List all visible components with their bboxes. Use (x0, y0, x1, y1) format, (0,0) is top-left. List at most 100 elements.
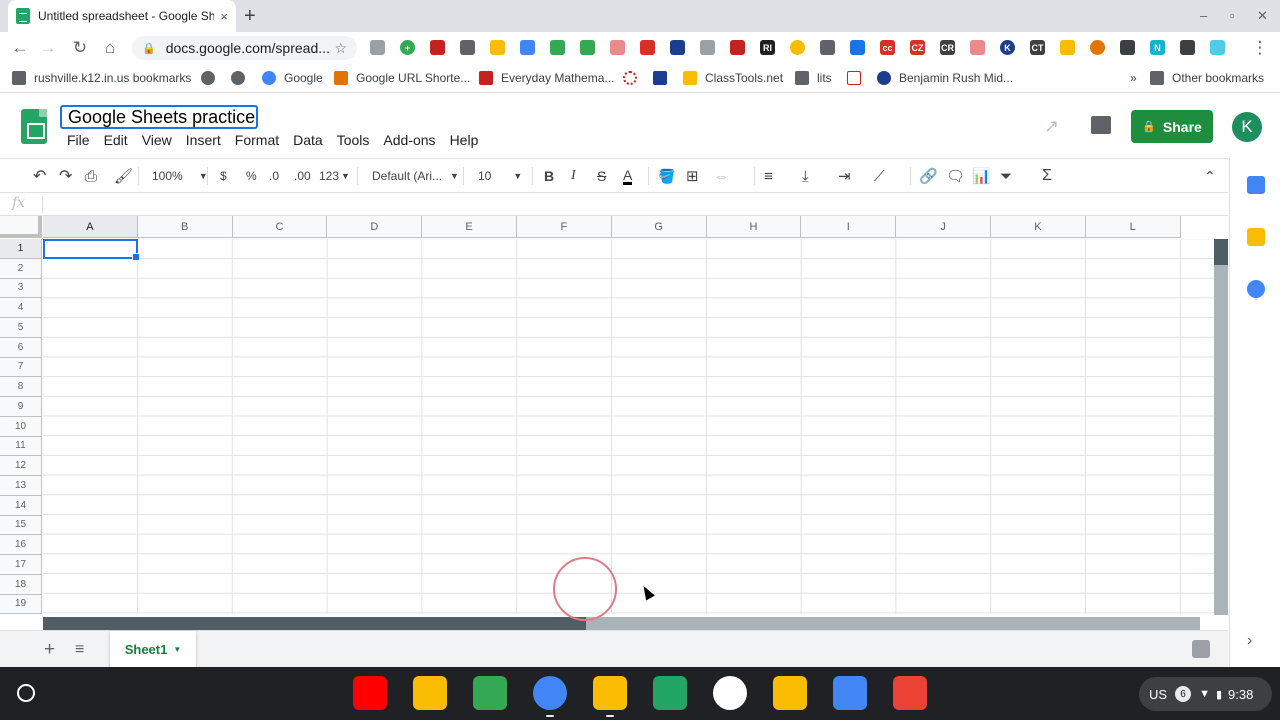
text-color-button[interactable]: A (623, 167, 633, 185)
row-header-8[interactable]: 8 (0, 377, 42, 397)
text-rotation-icon[interactable]: ⟋ (874, 167, 885, 185)
extension-icon[interactable]: + (400, 40, 415, 55)
row-header-15[interactable]: 15 (0, 515, 42, 536)
column-header-l[interactable]: L (1085, 216, 1181, 238)
row-header-17[interactable]: 17 (0, 555, 42, 575)
bookmark-item[interactable]: ClassTools.net (683, 71, 783, 85)
collapse-toolbar-icon[interactable]: ⌃ (1204, 167, 1216, 185)
row-header-7[interactable]: 7 (0, 357, 42, 378)
row-header-5[interactable]: 5 (0, 318, 42, 338)
classroom-app-icon[interactable] (473, 676, 507, 710)
column-header-b[interactable]: B (137, 216, 233, 238)
extension-icon[interactable] (1060, 40, 1075, 55)
minimize-icon[interactable]: – (1200, 8, 1207, 23)
cells-area[interactable] (43, 239, 1214, 614)
horizontal-scrollbar[interactable] (43, 617, 1200, 630)
bookmark-item[interactable]: Google (262, 71, 323, 85)
avatar[interactable]: K (1232, 112, 1262, 142)
extension-icon[interactable] (820, 40, 835, 55)
column-header-i[interactable]: I (801, 216, 897, 238)
bookmark-item[interactable]: Google URL Shorte... (334, 71, 470, 85)
insert-comment-icon[interactable]: 🗨 (946, 167, 965, 185)
play-store-app-icon[interactable] (713, 676, 747, 710)
row-header-6[interactable]: 6 (0, 337, 42, 358)
menu-data[interactable]: Data (286, 132, 330, 152)
browser-tab[interactable]: Untitled spreadsheet - Google Sh × (8, 0, 236, 32)
back-icon[interactable]: ← (10, 38, 30, 58)
extension-icon[interactable]: CZ (910, 40, 925, 55)
extension-icon[interactable] (370, 40, 385, 55)
extension-icon[interactable] (580, 40, 595, 55)
extension-icon[interactable]: N (1150, 40, 1165, 55)
extension-icon[interactable] (610, 40, 625, 55)
menu-view[interactable]: View (135, 132, 179, 152)
slides-app-icon[interactable] (413, 676, 447, 710)
extension-icon[interactable] (850, 40, 865, 55)
bookmark-item[interactable]: Everyday Mathema... (479, 71, 614, 85)
row-header-13[interactable]: 13 (0, 476, 42, 496)
insert-chart-icon[interactable]: 📊 (972, 167, 991, 185)
text-wrapping-icon[interactable]: ⇥ (838, 167, 851, 185)
menu-addons[interactable]: Add-ons (376, 132, 442, 152)
bookmark-item[interactable] (231, 71, 253, 85)
system-tray[interactable]: US 6 ▼ ▮ 9:38 (1139, 677, 1272, 711)
column-header-j[interactable]: J (896, 216, 991, 238)
menu-edit[interactable]: Edit (97, 132, 135, 152)
extension-icon[interactable]: K (1000, 40, 1015, 55)
docs-app-icon[interactable] (833, 676, 867, 710)
redo-icon[interactable]: ↷ (59, 167, 72, 185)
row-header-10[interactable]: 10 (0, 416, 42, 437)
expand-panel-icon[interactable]: › (1247, 632, 1265, 650)
address-bar[interactable]: 🔒 docs.google.com/spread... ☆ (132, 36, 357, 60)
decrease-decimal-button[interactable]: .0 (269, 167, 279, 185)
column-header-c[interactable]: C (232, 216, 328, 238)
menu-help[interactable]: Help (443, 132, 486, 152)
tasks-icon[interactable] (1247, 280, 1265, 298)
extension-icon[interactable] (970, 40, 985, 55)
row-header-12[interactable]: 12 (0, 456, 42, 476)
reload-icon[interactable]: ↻ (70, 38, 90, 58)
bookmark-item[interactable] (623, 71, 645, 85)
select-all-corner[interactable] (0, 216, 42, 238)
row-header-3[interactable]: 3 (0, 278, 42, 299)
forward-icon[interactable]: → (38, 38, 58, 58)
font-family-select[interactable]: Default (Ari... ▼ (372, 167, 459, 185)
menu-tools[interactable]: Tools (330, 132, 377, 152)
row-header-19[interactable]: 19 (0, 594, 42, 614)
vertical-align-icon[interactable]: ⤓ (802, 167, 809, 185)
extension-icon[interactable] (1090, 40, 1105, 55)
spreadsheet-grid[interactable]: ABCDEFGHIJKL 1 2 3 4 5 6 7 8 9 10 11 12 13 14 15 16 17 18… (0, 216, 1214, 614)
borders-icon[interactable]: ⊞ (686, 167, 699, 185)
vertical-scrollbar[interactable] (1214, 239, 1228, 615)
extension-icon[interactable]: CT (1030, 40, 1045, 55)
extension-icon[interactable] (640, 40, 655, 55)
calendar-icon[interactable] (1247, 176, 1265, 194)
bookmark-item[interactable]: rushville.k12.in.us bookmarks (12, 71, 191, 85)
paint-format-icon[interactable]: 🖌 (114, 167, 133, 185)
extension-icon[interactable] (460, 40, 475, 55)
tab-close-icon[interactable]: × (220, 9, 228, 24)
home-icon[interactable]: ⌂ (100, 38, 120, 58)
column-header-d[interactable]: D (327, 216, 423, 238)
sheet-tab[interactable]: Sheet1 ▼ (110, 631, 196, 667)
menu-icon[interactable]: ⋮ (1250, 38, 1270, 58)
classtools-app-icon[interactable] (773, 676, 807, 710)
extension-icon[interactable] (1180, 40, 1195, 55)
column-header-a[interactable]: A (43, 216, 138, 238)
extension-icon[interactable]: CR (940, 40, 955, 55)
functions-button[interactable]: Σ (1042, 167, 1052, 185)
selected-cell[interactable] (43, 239, 140, 261)
other-bookmarks[interactable]: Other bookmarks (1150, 71, 1264, 85)
youtube-app-icon[interactable] (353, 676, 387, 710)
bookmark-star-icon[interactable]: ☆ (334, 40, 347, 57)
extension-icon[interactable]: RI (760, 40, 775, 55)
zoom-select[interactable]: 100% ▼ (152, 167, 208, 185)
currency-format-button[interactable]: $ (220, 167, 227, 185)
launcher-icon[interactable] (17, 684, 35, 702)
chevron-down-icon[interactable]: ▼ (173, 645, 181, 654)
drive-extension-icon[interactable] (490, 40, 505, 55)
percent-format-button[interactable]: % (246, 167, 257, 185)
insert-link-icon[interactable]: 🔗 (919, 167, 938, 185)
extension-icon[interactable] (430, 40, 445, 55)
row-header-14[interactable]: 14 (0, 495, 42, 516)
